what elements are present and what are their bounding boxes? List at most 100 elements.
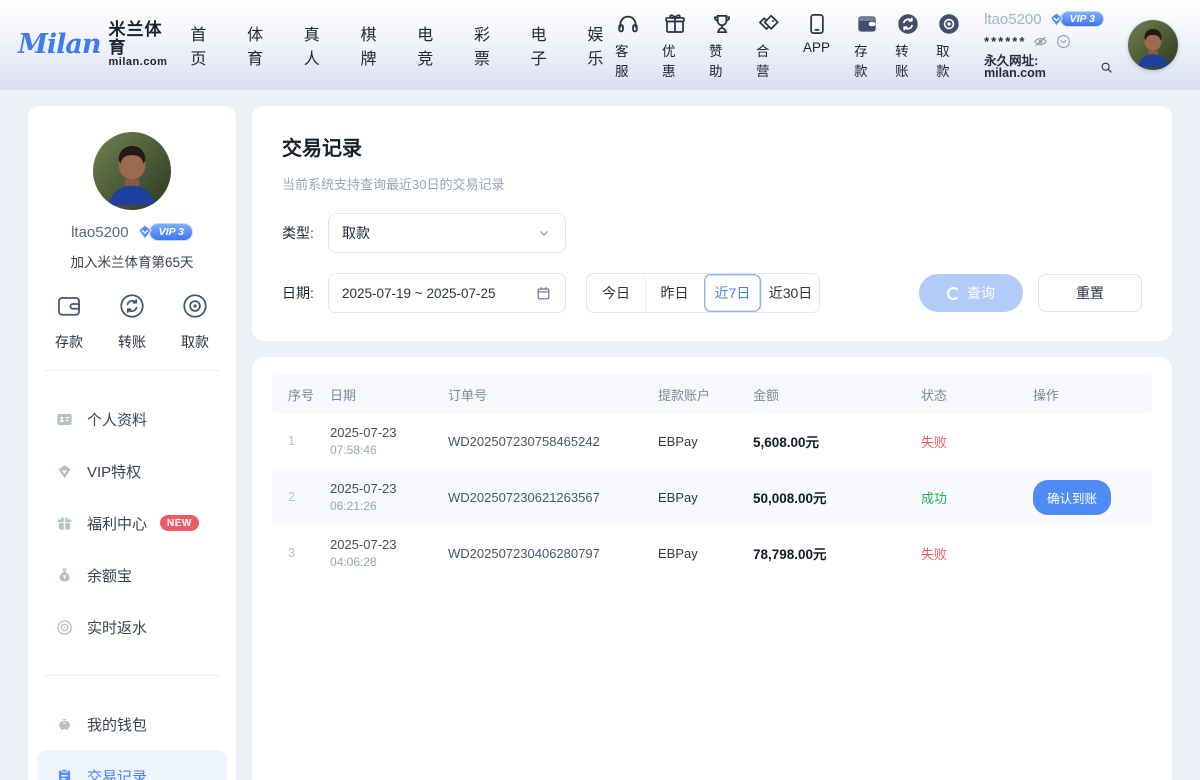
- join-days-text: 加入米兰体育第65天: [70, 251, 193, 271]
- site-logo[interactable]: Milan 米兰体育 milan.com: [18, 21, 168, 68]
- row-status: 失败: [921, 432, 1033, 451]
- loading-spinner-icon: [947, 287, 960, 300]
- deposit-action[interactable]: 存款: [854, 11, 880, 80]
- sidebar-item-wallet[interactable]: 我的钱包: [37, 698, 227, 750]
- sidebar-item-vip[interactable]: VIP特权: [37, 445, 227, 497]
- piggy-bank-icon: [55, 715, 74, 734]
- nav-slots[interactable]: 电子: [531, 21, 559, 69]
- nav-live[interactable]: 真人: [304, 21, 332, 69]
- col-index: 序号: [288, 385, 330, 404]
- chevron-circle-icon[interactable]: [1055, 33, 1072, 50]
- range-today-button[interactable]: 今日: [587, 274, 645, 312]
- rebate-icon: [55, 618, 74, 637]
- range-30days-button[interactable]: 近30日: [761, 274, 819, 312]
- sidebar-item-transactions[interactable]: 交易记录: [37, 750, 227, 780]
- query-button[interactable]: 查询: [919, 274, 1023, 312]
- sidebar-deposit-action[interactable]: 存款: [54, 291, 84, 352]
- top-header: Milan 米兰体育 milan.com 首页 体育 真人 棋牌 电竞 彩票 电…: [0, 0, 1200, 90]
- nav-lottery[interactable]: 彩票: [474, 21, 502, 69]
- nav-cards[interactable]: 棋牌: [361, 21, 389, 69]
- app-label: APP: [803, 40, 830, 55]
- clipboard-icon: [55, 767, 74, 780]
- partner-action[interactable]: 合营: [756, 11, 782, 80]
- row-date-day: 2025-07-23: [330, 425, 448, 440]
- sidebar-item-rebate[interactable]: 实时返水: [37, 601, 227, 653]
- masked-balance: ******: [984, 35, 1026, 48]
- row-order-no: WD202507230621263567: [448, 490, 658, 505]
- row-index: 3: [288, 546, 330, 560]
- date-label: 日期:: [282, 283, 328, 303]
- sidebar-divider: [44, 675, 220, 676]
- sponsor-action[interactable]: 赞助: [709, 11, 735, 80]
- vip-diamond-icon: [1048, 11, 1065, 28]
- profile-vip-badge: VIP 3: [136, 223, 193, 241]
- sidebar: ltao5200 VIP 3 加入米兰体育第65天 存款 转账 取款: [28, 106, 236, 780]
- money-bag-icon: [55, 566, 74, 585]
- profile-vip-label: VIP 3: [149, 223, 193, 241]
- sidebar-item-welfare[interactable]: 福利中心 NEW: [37, 497, 227, 549]
- profile-card: ltao5200 VIP 3 加入米兰体育第65天: [28, 132, 236, 271]
- row-account: EBPay: [658, 546, 753, 561]
- sidebar-item-profile[interactable]: 个人资料: [37, 393, 227, 445]
- page-subtitle: 当前系统支持查询最近30日的交易记录: [282, 174, 1142, 193]
- sidebar-deposit-label: 存款: [55, 332, 83, 352]
- header-quick-actions: 客服 优惠 赞助 合营 APP: [615, 11, 830, 80]
- phone-icon: [804, 11, 830, 37]
- eye-off-icon[interactable]: [1032, 33, 1049, 50]
- tags-icon: [756, 11, 782, 37]
- nav-home[interactable]: 首页: [190, 21, 218, 69]
- withdraw-icon: [936, 11, 962, 37]
- profile-avatar[interactable]: [93, 132, 171, 210]
- confirm-receipt-button[interactable]: 确认到账: [1033, 480, 1111, 515]
- row-action-cell: 确认到账: [1033, 480, 1152, 515]
- range-yesterday-button[interactable]: 昨日: [645, 274, 703, 312]
- sidebar-withdraw-label: 取款: [181, 332, 209, 352]
- wallet-icon: [854, 11, 880, 37]
- row-index: 1: [288, 434, 330, 448]
- withdraw-label: 取款: [936, 40, 962, 80]
- sidebar-item-label: 我的钱包: [87, 714, 147, 735]
- deposit-label: 存款: [854, 40, 880, 80]
- row-amount: 5,608.00元: [753, 431, 921, 451]
- nav-entertainment[interactable]: 娱乐: [587, 21, 615, 69]
- sidebar-item-label: VIP特权: [87, 461, 141, 482]
- promo-label: 优惠: [662, 40, 688, 80]
- magnifier-icon[interactable]: [1099, 60, 1114, 75]
- nav-sports[interactable]: 体育: [247, 21, 275, 69]
- sidebar-menu-records: 我的钱包 交易记录 投注记录: [28, 694, 236, 780]
- user-avatar[interactable]: [1128, 20, 1178, 70]
- filter-buttons: 查询 重置: [919, 274, 1142, 312]
- transfer-action[interactable]: 转账: [895, 11, 921, 80]
- app-action[interactable]: APP: [803, 11, 830, 80]
- sponsor-label: 赞助: [709, 40, 735, 80]
- sidebar-item-label: 个人资料: [87, 409, 147, 430]
- sidebar-withdraw-action[interactable]: 取款: [180, 291, 210, 352]
- main-area: 交易记录 当前系统支持查询最近30日的交易记录 类型: 取款 日期: 2025-…: [252, 106, 1172, 780]
- nav-esports[interactable]: 电竞: [417, 21, 445, 69]
- row-order-no: WD202507230406280797: [448, 546, 658, 561]
- headset-icon: [615, 11, 641, 37]
- sidebar-transfer-action[interactable]: 转账: [117, 291, 147, 352]
- col-date: 日期: [330, 385, 448, 404]
- service-action[interactable]: 客服: [615, 11, 641, 80]
- trophy-icon: [709, 11, 735, 37]
- calendar-icon: [535, 285, 552, 302]
- range-7days-button[interactable]: 近7日: [703, 274, 761, 312]
- quick-range-group: 今日 昨日 近7日 近30日: [586, 273, 820, 313]
- row-date-day: 2025-07-23: [330, 537, 448, 552]
- sidebar-transfer-label: 转账: [118, 332, 146, 352]
- type-select[interactable]: 取款: [328, 213, 566, 253]
- sidebar-item-yuebao[interactable]: 余额宝: [37, 549, 227, 601]
- date-range-input[interactable]: 2025-07-19 ~ 2025-07-25: [328, 273, 566, 313]
- partner-label: 合营: [756, 40, 782, 80]
- sidebar-item-label: 福利中心: [87, 513, 147, 534]
- reset-button[interactable]: 重置: [1038, 274, 1142, 312]
- date-range-value: 2025-07-19 ~ 2025-07-25: [342, 286, 496, 301]
- header-wallet-actions: 存款 转账 取款: [854, 11, 962, 80]
- promo-action[interactable]: 优惠: [662, 11, 688, 80]
- col-status: 状态: [921, 385, 1033, 404]
- records-table-panel: 序号 日期 订单号 提款账户 金额 状态 操作 1 2025-07-23 07:…: [252, 357, 1172, 780]
- type-select-value: 取款: [342, 223, 370, 243]
- withdraw-action[interactable]: 取款: [936, 11, 962, 80]
- withdraw-outline-icon: [180, 291, 210, 326]
